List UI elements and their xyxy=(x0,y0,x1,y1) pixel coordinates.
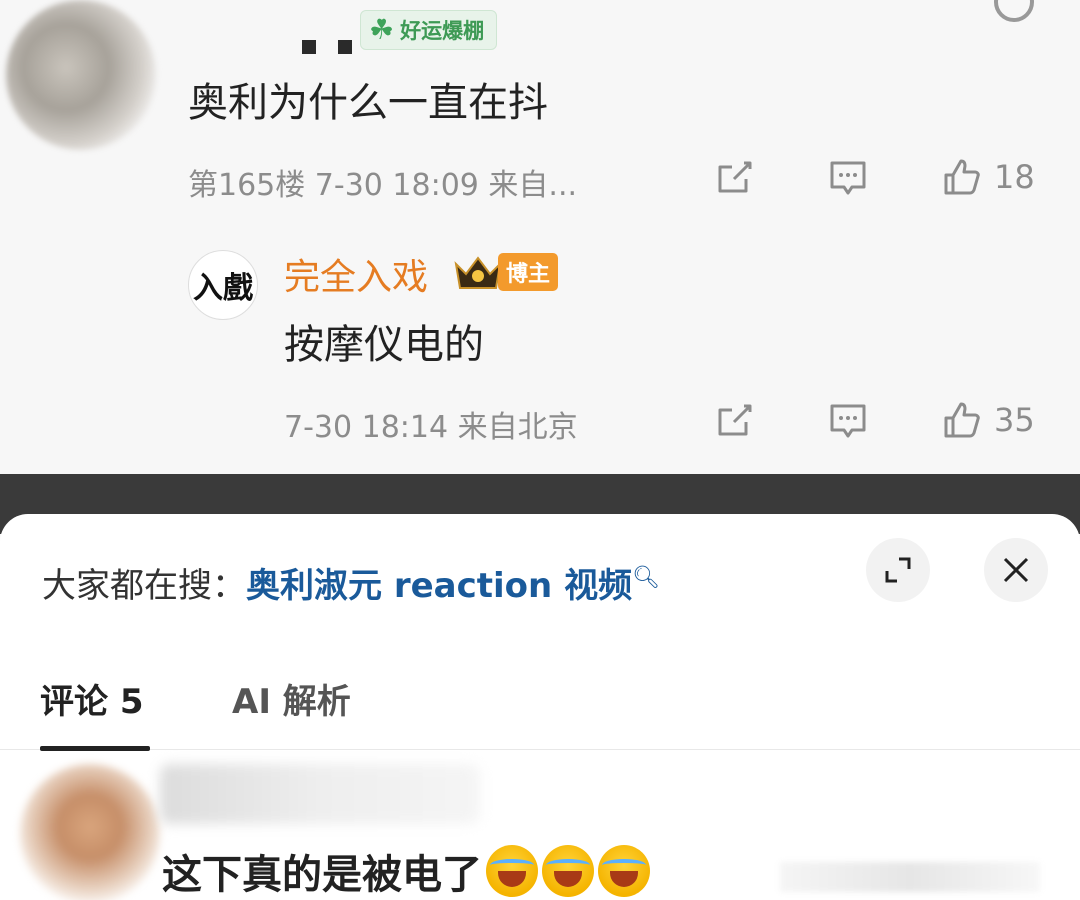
clover-icon: ☘ xyxy=(369,13,395,46)
laughing-crying-emoji-icon xyxy=(486,845,538,897)
expand-icon xyxy=(885,557,911,583)
like-count: 18 xyxy=(994,158,1035,196)
comment-actions: 18 xyxy=(0,155,1080,205)
crown-icon xyxy=(454,256,502,289)
blogger-tag: 博主 xyxy=(498,253,559,291)
share-icon xyxy=(718,161,752,193)
reply-like-count: 35 xyxy=(994,401,1035,439)
reply-username[interactable]: 完全入戏 xyxy=(284,248,428,300)
comment-text: 奥利为什么一直在抖 xyxy=(188,80,548,126)
reply-share-button[interactable] xyxy=(714,400,756,442)
reply-actions: 35 xyxy=(0,398,1080,448)
share-button[interactable] xyxy=(714,157,756,199)
luck-badge-label: 好运爆棚 xyxy=(400,19,485,43)
expand-button[interactable] xyxy=(866,538,930,602)
tab-comments[interactable]: 评论 5 xyxy=(40,674,144,723)
laughing-crying-emoji-icon xyxy=(542,845,594,897)
hot-search-prefix: 大家都在搜： xyxy=(42,566,246,606)
search-icon[interactable] xyxy=(994,0,1034,22)
username-blurred[interactable] xyxy=(190,10,360,58)
comment-text: 这下真的是被电了 xyxy=(162,842,650,900)
avatar-logo-text: 入戲 xyxy=(193,271,253,306)
blogger-badge: 博主 xyxy=(452,250,559,294)
thumbs-up-icon xyxy=(944,159,980,195)
comment-sheet: 大家都在搜：奥利淑元 reaction 视频🔍︎ 评论 5 AI 解析 这下真的… xyxy=(0,514,1080,900)
username-blurred[interactable] xyxy=(160,764,480,824)
comment-icon xyxy=(830,161,866,195)
search-icon: 🔍︎ xyxy=(632,565,661,591)
reply-like-button[interactable]: 35 xyxy=(940,398,1035,442)
active-tab-indicator xyxy=(40,746,150,751)
avatar[interactable] xyxy=(6,0,156,150)
reply-button[interactable] xyxy=(826,157,870,199)
avatar[interactable] xyxy=(20,764,160,900)
thumbs-up-icon xyxy=(944,402,980,438)
hot-search-keyword[interactable]: 奥利淑元 reaction 视频 xyxy=(246,566,632,606)
top-comment: ☘ 好运爆棚 奥利为什么一直在抖 第165楼 7-30 18:09 来自... … xyxy=(0,0,1080,474)
reply-text: 按摩仪电的 xyxy=(284,322,484,368)
reply-avatar[interactable]: 入戲 xyxy=(188,250,258,320)
luck-badge[interactable]: ☘ 好运爆棚 xyxy=(360,10,498,50)
like-button[interactable]: 18 xyxy=(940,155,1035,199)
tab-ai-analysis[interactable]: AI 解析 xyxy=(232,674,351,723)
share-icon xyxy=(718,404,752,436)
comment-icon xyxy=(830,404,866,438)
hot-search-bar[interactable]: 大家都在搜：奥利淑元 reaction 视频🔍︎ xyxy=(42,558,660,607)
close-button[interactable] xyxy=(984,538,1048,602)
blurred-content xyxy=(780,862,1040,892)
close-icon xyxy=(1003,557,1029,583)
reply-comment-button[interactable] xyxy=(826,400,870,442)
comment-text-label: 这下真的是被电了 xyxy=(162,852,482,898)
laughing-crying-emoji-icon xyxy=(598,845,650,897)
sheet-tabs: 评论 5 AI 解析 xyxy=(0,664,1080,751)
